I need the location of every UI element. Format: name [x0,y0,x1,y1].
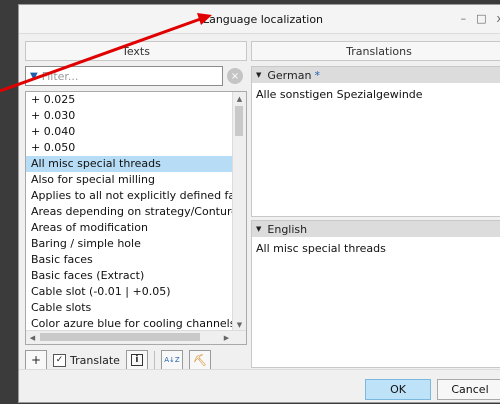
list-items: + 0.025 + 0.030 + 0.040 + 0.050 All misc spe… [26,92,246,332]
translate-label: Translate [70,353,120,367]
list-item[interactable]: Cable slot (-0.01 | +0.05) [26,284,236,300]
list-item[interactable]: Baring / simple hole [26,236,236,252]
translate-checkbox[interactable]: ✓ [53,353,66,367]
plus-icon: + [30,353,42,367]
texts-list[interactable]: + 0.025 + 0.030 + 0.040 + 0.050 All misc spe… [25,91,247,345]
filter-placeholder: Filter... [41,69,79,83]
horizontal-scrollbar[interactable]: ◀ ▶ [26,330,246,344]
list-item[interactable]: All misc special threads [26,156,236,172]
add-button[interactable]: + [25,350,47,370]
sort-az-icon: A↓Z [164,356,180,364]
vertical-scroll-thumb[interactable] [235,106,243,136]
texts-toolbar: + ✓ Translate i A↓Z ⛏ [25,350,247,370]
title-bar: Language localization – □ x [19,5,500,34]
list-item[interactable]: Areas depending on strategy/Contur-mode [26,204,236,220]
texts-header: Texts [25,41,247,61]
list-item[interactable]: Also for special milling [26,172,236,188]
list-item[interactable]: + 0.030 [26,108,236,124]
german-label: German [267,68,312,82]
translations-panel: Translations ▼ German * Alle sonstigen S… [251,41,500,368]
list-item[interactable]: + 0.025 [26,92,236,108]
scroll-right-icon[interactable]: ▶ [220,331,233,344]
scroll-up-icon[interactable]: ▲ [233,92,246,105]
list-item[interactable]: Basic faces (Extract) [26,268,236,284]
vertical-scrollbar[interactable]: ▲ ▼ [232,92,246,331]
dialog-footer: OK Cancel [19,369,500,404]
ok-button[interactable]: OK [365,379,431,400]
english-section[interactable]: ▼ English All misc special threads [251,220,500,368]
collapse-caret-icon[interactable]: ▼ [256,225,261,233]
info-icon: i [131,354,143,366]
list-item[interactable]: + 0.040 [26,124,236,140]
translate-toggle[interactable]: ✓ Translate [53,353,120,367]
list-item[interactable]: Areas of modification [26,220,236,236]
list-item[interactable]: + 0.050 [26,140,236,156]
english-translation-text[interactable]: All misc special threads [252,237,500,260]
filter-icon: ▼ [30,70,38,82]
collapse-caret-icon[interactable]: ▼ [256,71,261,79]
filter-input[interactable]: ▼ Filter... [25,66,223,86]
scroll-left-icon[interactable]: ◀ [26,331,39,344]
window-controls: – □ x [461,12,500,25]
horizontal-scroll-thumb[interactable] [40,333,200,341]
minimize-icon[interactable]: – [461,12,467,25]
german-section[interactable]: ▼ German * Alle sonstigen Spezialgewinde [251,66,500,217]
localization-dialog: Language localization – □ x Texts ▼ Filt… [18,4,500,403]
restore-icon[interactable]: □ [476,12,486,25]
toolbar-separator [153,351,155,369]
clear-filter-icon[interactable]: × [227,68,243,84]
german-header[interactable]: ▼ German * [252,67,500,83]
list-item[interactable]: Basic faces [26,252,236,268]
translations-header: Translations [251,41,500,61]
info-button[interactable]: i [125,350,148,370]
clean-button[interactable]: ⛏ [188,350,211,370]
english-label: English [267,222,308,236]
english-header[interactable]: ▼ English [252,221,500,237]
cancel-button[interactable]: Cancel [437,379,500,400]
filter-row: ▼ Filter... × [25,66,247,86]
window-title: Language localization [202,12,324,26]
texts-panel: Texts ▼ Filter... × + 0.025 + 0.030 + 0.04… [25,41,247,370]
german-translation-text[interactable]: Alle sonstigen Spezialgewinde [252,83,500,106]
close-icon[interactable]: x [496,12,500,25]
list-item[interactable]: Applies to all not explicitly defined fa… [26,188,236,204]
list-item[interactable]: Cable slots [26,300,236,316]
broom-icon: ⛏ [192,353,207,367]
sort-button[interactable]: A↓Z [160,350,183,370]
modified-marker: * [314,68,320,82]
